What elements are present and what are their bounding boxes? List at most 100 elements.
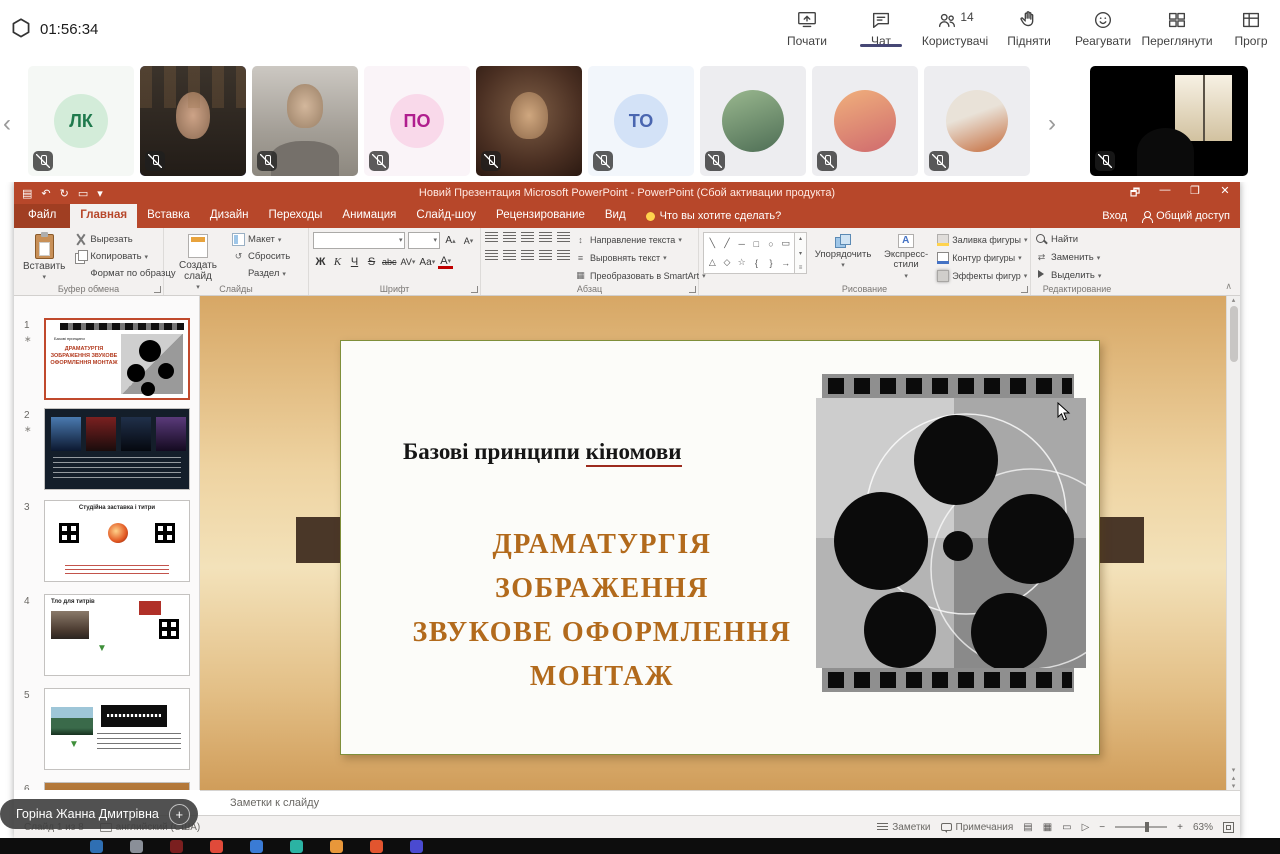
columns-icon[interactable] — [557, 250, 570, 260]
previous-slide-icon[interactable]: ▴ — [1232, 774, 1236, 782]
shape-icon[interactable]: { — [755, 258, 758, 268]
numbering-icon[interactable] — [503, 232, 516, 242]
dialog-launcher-icon[interactable] — [471, 286, 478, 293]
cut-button[interactable]: Вырезать — [74, 232, 175, 247]
slide-sorter-view-icon[interactable]: ▦ — [1043, 822, 1052, 833]
arrange-button[interactable]: Упорядочить ▾ — [811, 232, 875, 272]
dock-app-icon[interactable] — [330, 840, 343, 853]
ppt-title-bar[interactable]: ▤ ↶ ↻ ▭ ▾ Новий Презентация Microsoft Po… — [14, 182, 1240, 204]
dock-app-icon[interactable] — [410, 840, 423, 853]
scroll-down-icon[interactable]: ▾ — [1232, 766, 1236, 774]
text-shadow-button[interactable]: abc — [381, 254, 398, 270]
shape-effects-button[interactable]: Эффекты фигур ▾ — [937, 268, 1027, 283]
italic-button[interactable]: К — [330, 254, 345, 270]
find-button[interactable]: Найти — [1035, 232, 1101, 247]
tab-animations[interactable]: Анимация — [332, 204, 406, 228]
participant-tile-avatar-1[interactable] — [700, 66, 806, 176]
dialog-launcher-icon[interactable] — [689, 286, 696, 293]
font-name-combo[interactable] — [313, 232, 405, 249]
dock-app-icon[interactable] — [90, 840, 103, 853]
shape-icon[interactable]: ○ — [768, 239, 773, 249]
chevron-down-icon[interactable]: ▾ — [799, 250, 802, 257]
presenter-display-icon[interactable]: 🗗 — [1120, 184, 1150, 203]
sign-in-button[interactable]: Вход — [1102, 210, 1127, 222]
shrink-font-button[interactable]: А▾ — [461, 233, 476, 249]
vertical-scrollbar[interactable]: ▴ ▾ ▴ ▾ — [1226, 296, 1240, 790]
zoom-out-icon[interactable]: − — [1099, 822, 1105, 833]
dock-app-icon[interactable] — [250, 840, 263, 853]
participant-tile-video-1[interactable] — [140, 66, 246, 176]
close-button[interactable]: ✕ — [1210, 184, 1240, 203]
save-icon[interactable]: ▤ — [22, 187, 32, 200]
participant-tile-lk[interactable]: ЛК — [28, 66, 134, 176]
normal-view-icon[interactable]: ▤ — [1023, 822, 1032, 833]
tab-slideshow[interactable]: Слайд-шоу — [406, 204, 486, 228]
chevron-up-icon[interactable]: ▴ — [799, 235, 802, 242]
shape-icon[interactable]: ☆ — [738, 257, 746, 268]
replace-button[interactable]: ⇄ Заменить ▾ — [1035, 250, 1101, 265]
slide-thumbnail-2[interactable] — [44, 408, 190, 490]
align-left-icon[interactable] — [485, 250, 498, 260]
slideshow-view-icon[interactable]: ▷ — [1082, 822, 1090, 833]
tell-me-box[interactable]: Что вы хотите сделать? — [636, 204, 792, 228]
align-right-icon[interactable] — [521, 250, 534, 260]
react-button[interactable]: Реагувати — [1066, 5, 1140, 48]
raise-hand-button[interactable]: Підняти — [992, 5, 1066, 48]
qat-customize-icon[interactable]: ▾ — [97, 187, 103, 200]
shape-icon[interactable]: ╲ — [710, 238, 715, 249]
shape-icon[interactable]: □ — [754, 239, 759, 249]
comments-toggle-button[interactable]: Примечания — [941, 822, 1014, 833]
tab-insert[interactable]: Вставка — [137, 204, 200, 228]
participant-tile-avatar-3[interactable] — [924, 66, 1030, 176]
strip-scroll-right-icon[interactable]: › — [1048, 110, 1056, 138]
next-slide-icon[interactable]: ▾ — [1232, 782, 1236, 790]
dock[interactable] — [0, 838, 1280, 854]
notes-pane[interactable]: Заметки к слайду — [200, 790, 1240, 815]
shape-fill-button[interactable]: Заливка фигуры ▾ — [937, 232, 1027, 247]
tab-view[interactable]: Вид — [595, 204, 636, 228]
tab-transitions[interactable]: Переходы — [258, 204, 332, 228]
convert-smartart-button[interactable]: ▦ Преобразовать в SmartArt ▾ — [574, 268, 706, 283]
participant-tile-video-2[interactable] — [252, 66, 358, 176]
undo-icon[interactable]: ↶ — [41, 187, 50, 200]
minimize-button[interactable]: — — [1150, 184, 1180, 203]
participant-tile-avatar-2[interactable] — [812, 66, 918, 176]
reset-button[interactable]: ↺ Сбросить — [232, 249, 290, 264]
format-painter-button[interactable]: Формат по образцу — [74, 266, 175, 281]
shape-icon[interactable]: △ — [709, 257, 716, 268]
gallery-more-icon[interactable]: ≡ — [799, 265, 803, 271]
zoom-slider-thumb[interactable] — [1145, 822, 1149, 832]
notes-toggle-button[interactable]: Заметки — [877, 822, 930, 833]
participant-tile-to[interactable]: ТО — [588, 66, 694, 176]
shape-icon[interactable]: ╱ — [724, 238, 729, 249]
shape-icon[interactable]: → — [781, 258, 790, 268]
redo-icon[interactable]: ↻ — [60, 187, 69, 200]
layout-button[interactable]: Макет ▾ — [232, 232, 290, 247]
justify-icon[interactable] — [539, 250, 552, 260]
scroll-up-icon[interactable]: ▴ — [1232, 296, 1236, 304]
change-case-button[interactable]: Аа▾ — [418, 254, 436, 270]
presenter-name-pill[interactable]: Горіна Жанна Дмитрівна + — [0, 799, 198, 829]
tab-review[interactable]: Рецензирование — [486, 204, 595, 228]
grow-font-button[interactable]: А▴ — [443, 233, 458, 249]
collapse-ribbon-icon[interactable]: ∧ — [1225, 281, 1232, 292]
text-direction-button[interactable]: ↕ Направление текста ▾ — [574, 232, 706, 247]
dock-app-icon[interactable] — [170, 840, 183, 853]
share-screen-button[interactable]: Почати — [770, 5, 844, 48]
slide-thumbnail-3[interactable]: Студійна заставка і титри — [44, 500, 190, 582]
slide-thumbnail-5[interactable]: ▼ — [44, 688, 190, 770]
bullets-icon[interactable] — [485, 232, 498, 242]
align-center-icon[interactable] — [503, 250, 516, 260]
select-button[interactable]: Выделить ▾ — [1035, 268, 1101, 283]
decrease-indent-icon[interactable] — [521, 232, 534, 242]
shape-icon[interactable]: } — [769, 258, 772, 268]
dock-app-icon[interactable] — [210, 840, 223, 853]
shape-outline-button[interactable]: Контур фигуры ▾ — [937, 250, 1027, 265]
shape-icon[interactable]: ─ — [738, 239, 744, 249]
copy-button[interactable]: Копировать ▾ — [74, 249, 175, 264]
dock-app-icon[interactable] — [290, 840, 303, 853]
scrollbar-thumb[interactable] — [1230, 306, 1238, 362]
slide-thumbnail-6[interactable] — [44, 782, 190, 790]
current-slide[interactable]: Базові принципи кіномови ДРАМАТУРГІЯ ЗОБ… — [340, 340, 1100, 755]
share-button[interactable]: Общий доступ — [1141, 210, 1230, 222]
